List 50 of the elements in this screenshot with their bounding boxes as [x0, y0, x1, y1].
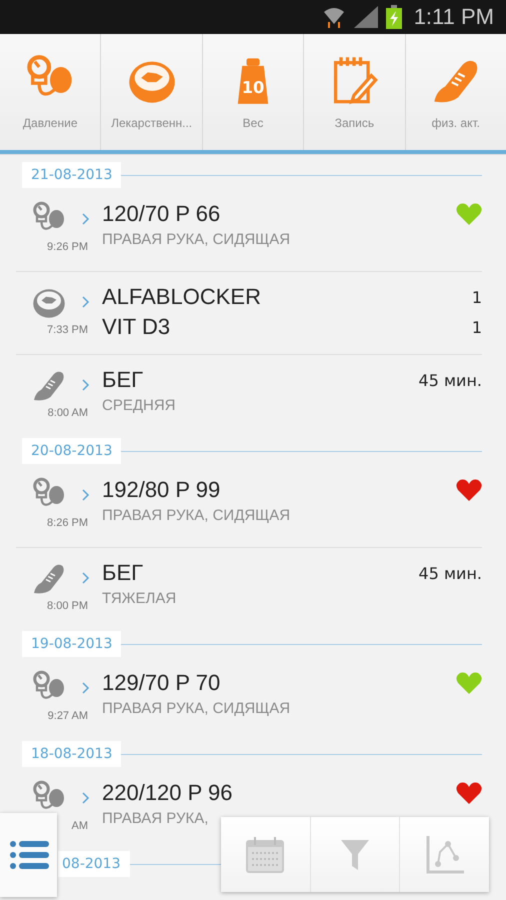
list-view-button[interactable] — [0, 813, 57, 897]
medication-name: VIT D3 — [102, 314, 170, 340]
entry-time: 9:27 AM — [48, 710, 88, 722]
chevron-icon — [82, 489, 90, 501]
chevron-icon — [82, 296, 90, 308]
signal-icon — [354, 6, 378, 28]
entry-subtitle: ПРАВАЯ РУКА, — [102, 810, 210, 827]
duration: 45 мин. — [418, 370, 482, 390]
entry-title: БЕГ — [102, 367, 144, 393]
category-tab[interactable]: Запись — [304, 34, 406, 150]
entry-time: AM — [72, 820, 88, 832]
battery-charging-icon — [386, 5, 402, 29]
chevron-icon — [82, 213, 90, 225]
entry-title: 192/80 P 99 — [102, 477, 220, 503]
clock: 1:11 PM — [414, 4, 494, 30]
entry-subtitle: ПРАВАЯ РУКА, СИДЯЩАЯ — [102, 507, 292, 524]
chevron-icon — [82, 572, 90, 584]
duration: 45 мин. — [418, 564, 482, 582]
category-tab[interactable]: Давление — [0, 34, 102, 150]
entry-title: 129/70 P 70 — [102, 670, 220, 696]
date-label: 19-08-2013 — [22, 631, 122, 657]
date-label: 18-08-2013 — [22, 741, 122, 767]
entry-time: 8:00 PM — [47, 600, 88, 612]
chevron-icon — [82, 792, 90, 804]
entry-subtitle: ТЯЖЕЛАЯ — [102, 590, 178, 607]
entry-subtitle: ПРАВАЯ РУКА, СИДЯЩАЯ — [102, 700, 292, 717]
entry-title: 220/120 P 96 — [102, 780, 232, 806]
entry-time: 8:00 AM — [48, 407, 88, 419]
medication-name: ALFABLOCKER — [102, 284, 261, 310]
entry-title: БЕГ — [102, 560, 144, 586]
category-tab[interactable]: 10 Вес — [202, 34, 304, 150]
menu-icon — [8, 840, 48, 870]
date-label: 08-2013 — [58, 851, 130, 877]
chevron-icon — [82, 379, 90, 391]
date-label: 21-08-2013 — [22, 162, 122, 188]
dose-count: 1 — [472, 318, 482, 336]
chevron-icon — [82, 682, 90, 694]
entry-time: 9:26 PM — [47, 241, 88, 253]
entry-time: 7:33 PM — [47, 324, 88, 336]
entry-subtitle: ПРАВАЯ РУКА, СИДЯЩАЯ — [102, 231, 292, 248]
calendar-icon — [246, 836, 284, 872]
category-tab[interactable]: Лекарственн... — [101, 34, 203, 150]
date-label: 20-08-2013 — [22, 438, 122, 464]
category-tab[interactable]: физ. акт. — [406, 34, 506, 150]
entry-title: 120/70 P 66 — [102, 201, 220, 227]
dose-count: 1 — [472, 288, 482, 306]
entry-subtitle: СРЕДНЯЯ — [102, 397, 176, 414]
entry-time: 8:26 PM — [47, 517, 88, 529]
filter-icon — [341, 840, 369, 870]
line-chart-icon — [426, 836, 464, 874]
